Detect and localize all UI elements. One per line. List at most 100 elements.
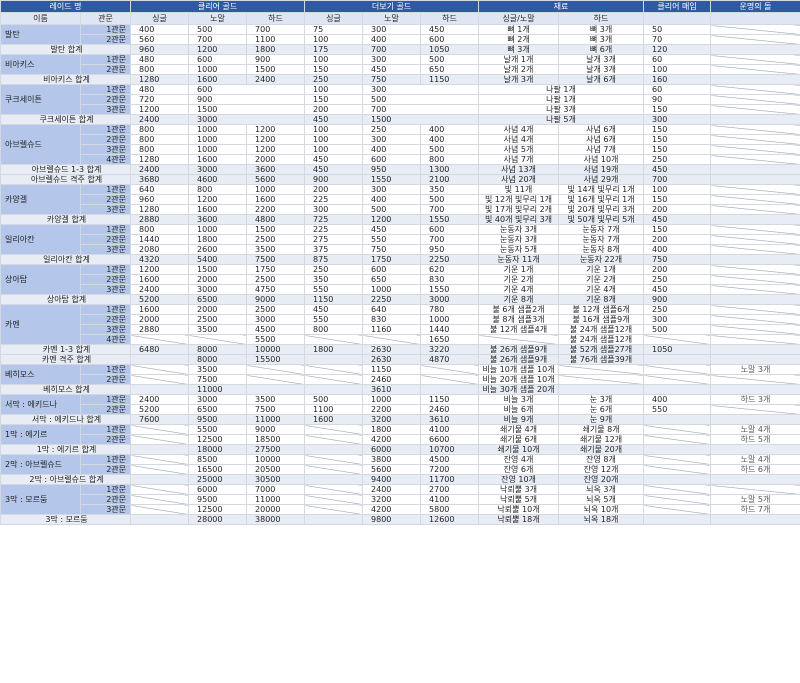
subheader-cell: 노말 <box>362 12 422 25</box>
clear-sell: 150 <box>643 134 712 145</box>
more-hard: 10700 <box>420 444 480 455</box>
more-single: 1800 <box>304 344 364 355</box>
material-normal: 눈동자 3개 <box>478 224 560 235</box>
raid-total-label: 쿠크세이튼 합계 <box>0 114 132 125</box>
material-normal: 눈동자 3개 <box>478 234 560 245</box>
more-single: 550 <box>304 284 364 295</box>
gold-normal: 2600 <box>188 244 248 255</box>
raid-gate-row: 3관문 12500 20000 4200 5800 낙뢰뿔 10개 뇌옥 10개 하드 7개 <box>1 504 800 515</box>
gold-normal: 16500 <box>188 464 248 475</box>
gold-hard: 7500 <box>246 254 306 265</box>
more-single <box>304 424 364 435</box>
gate-cell: 3관문 <box>79 504 132 515</box>
more-normal: 400 <box>362 194 422 205</box>
raid-total-row: 상아탑 합계 5200 6500 9000 1150 2250 3000 기운 8개 기운 8개… <box>0 294 800 305</box>
gate-cell: 3관문 <box>79 284 132 295</box>
clear-sell: 150 <box>643 144 712 155</box>
gate-cell: 2관문 <box>79 374 132 385</box>
subheader-cell: 하드 <box>558 12 645 25</box>
more-hard: 2250 <box>420 254 480 265</box>
raid-gate-row: 서막 : 에키드나 1관문 2400 3000 3500 500 1000 1150 비늘 3개… <box>0 394 800 415</box>
clear-sell <box>643 434 712 445</box>
more-hard: 3610 <box>420 414 480 425</box>
clear-sell: 160 <box>643 74 712 85</box>
merged-cell: 300 <box>362 84 480 95</box>
more-hard: 4100 <box>420 494 480 505</box>
raid-gate-row: 2관문 800 1000 1500 150 450 650 날개 2개 날개 3개 100 <box>1 64 800 75</box>
material-hard: 잔영 8개 <box>558 454 645 465</box>
material-normal: 빛 40개 빛무리 3개 <box>478 214 560 225</box>
more-normal: 950 <box>362 164 422 175</box>
more-single <box>304 504 364 515</box>
gold-single <box>130 444 190 455</box>
clear-sell <box>643 374 712 385</box>
more-normal <box>362 334 422 345</box>
material-hard: 불 76개 샘플39개 <box>558 354 645 365</box>
material-hard: 뼈 3개 <box>558 34 645 45</box>
more-hard: 600 <box>420 224 480 235</box>
fate-stone <box>710 244 800 255</box>
gate-cell: 1관문 <box>79 24 132 35</box>
raid-reward-table: 레이드 명 클리어 골드 더보기 골드 재료 클리어 매입 운명의 돌 이름 관문… <box>0 0 800 525</box>
more-single: 450 <box>304 164 364 175</box>
gold-hard: 5600 <box>246 174 306 185</box>
gold-hard: 11000 <box>246 414 306 425</box>
material-normal: 기운 2개 <box>478 274 560 285</box>
more-single <box>304 454 364 465</box>
material-normal: 비늘 9개 <box>478 414 560 425</box>
gate-cell: 2관문 <box>79 134 132 145</box>
gold-normal: 1600 <box>188 74 248 85</box>
gold-normal: 18000 <box>188 444 248 455</box>
gold-single <box>130 514 190 525</box>
material-normal: 사념 4개 <box>478 134 560 145</box>
more-normal: 750 <box>362 74 422 85</box>
subheader-row: 이름 관문 싱글 노말 하드 싱글 노말 하드 싱글/노말 하드 <box>0 12 800 25</box>
header-row: 레이드 명 클리어 골드 더보기 골드 재료 클리어 매입 운명의 돌 <box>0 0 800 13</box>
more-normal: 400 <box>362 34 422 45</box>
fate-stone <box>710 134 800 145</box>
gold-normal: 1000 <box>188 64 248 75</box>
gold-single: 1280 <box>130 154 190 165</box>
clear-sell: 50 <box>643 24 712 35</box>
gold-hard <box>246 374 306 385</box>
more-hard: 7200 <box>420 464 480 475</box>
material-hard: 빛 14개 빛무리 1개 <box>558 184 645 195</box>
more-single: 300 <box>304 204 364 215</box>
fate-stone <box>710 44 800 55</box>
more-single <box>304 334 364 345</box>
more-normal: 2250 <box>362 294 422 305</box>
fate-stone <box>710 164 800 175</box>
material-normal: 빛 17개 빛무리 2개 <box>478 204 560 215</box>
gold-hard: 15500 <box>246 354 306 365</box>
gold-single <box>130 474 190 485</box>
gold-hard: 1000 <box>246 184 306 195</box>
material-normal: 불 6개 샘플2개 <box>478 304 560 315</box>
more-hard: 950 <box>420 244 480 255</box>
header-raid-name: 레이드 명 <box>0 0 132 13</box>
fate-stone <box>710 224 800 235</box>
gold-hard: 2000 <box>246 154 306 165</box>
more-normal: 300 <box>362 24 422 35</box>
more-hard: 780 <box>420 304 480 315</box>
gold-single: 1440 <box>130 234 190 245</box>
more-single: 100 <box>304 144 364 155</box>
material-normal: 불 12개 샘플4개 <box>478 324 560 335</box>
gold-normal: 6500 <box>188 404 248 415</box>
clear-sell: 250 <box>643 304 712 315</box>
gold-hard: 30500 <box>246 474 306 485</box>
gold-normal: 3000 <box>188 284 248 295</box>
more-hard: 2100 <box>420 174 480 185</box>
material-normal: 사념 20개 <box>478 174 560 185</box>
material-hard: 쇄기물 8개 <box>558 424 645 435</box>
gold-hard: 10000 <box>246 344 306 355</box>
gold-single <box>130 464 190 475</box>
gold-normal: 1600 <box>188 204 248 215</box>
gold-single <box>130 354 190 365</box>
more-single: 100 <box>304 134 364 145</box>
material-normal: 낙뢰뿔 10개 <box>478 504 560 515</box>
material-hard: 눈 6개 <box>558 404 645 415</box>
material-normal: 쇄기물 6개 <box>478 434 560 445</box>
material-hard: 날개 3개 <box>558 54 645 65</box>
raid-gate-row: 3관문 2400 3000 4750 550 1000 1550 기운 4개 기운 4개 450 <box>1 284 800 295</box>
gold-single <box>130 334 190 345</box>
